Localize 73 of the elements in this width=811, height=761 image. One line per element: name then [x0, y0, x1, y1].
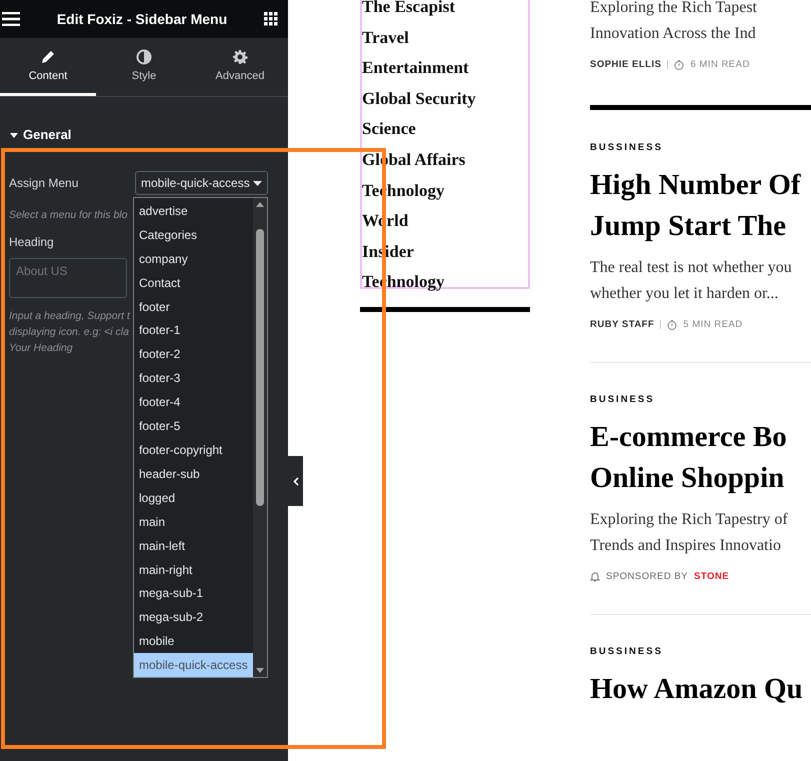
dropdown-option[interactable]: main-right [134, 558, 253, 582]
field-label: Heading [9, 235, 54, 249]
dropdown-option[interactable]: footer-copyright [134, 438, 253, 462]
bell-icon [590, 571, 600, 582]
grid-icon[interactable] [264, 12, 278, 26]
scroll-down-icon[interactable] [256, 668, 264, 673]
sponsored-label: SPONSORED BY [606, 571, 688, 582]
dropdown-option[interactable]: footer-3 [134, 366, 253, 390]
sponsor-name[interactable]: STONE [694, 571, 730, 582]
dropdown-option[interactable]: advertise [134, 199, 253, 223]
panel-tab[interactable]: Content [0, 38, 96, 96]
dropdown-option[interactable]: main-left [134, 534, 253, 558]
chevron-icon [292, 476, 298, 486]
dropdown-option[interactable]: logged [134, 486, 253, 510]
dropdown-option[interactable]: main [134, 510, 253, 534]
read-time: 6 MIN READ [690, 59, 750, 70]
contrast-icon [136, 49, 152, 65]
author-name[interactable]: SOPHIE ELLIS [590, 59, 662, 70]
help-text: Input a heading, Support t [9, 309, 130, 324]
scrollbar-thumb[interactable] [256, 229, 264, 506]
category-label[interactable]: BUSSINESS [590, 646, 663, 657]
author-name[interactable]: RUBY STAFF [590, 319, 654, 330]
gear-icon [232, 49, 248, 65]
panel-tab[interactable]: Advanced [192, 38, 288, 96]
article-excerpt: whether you let it harden or... [590, 284, 778, 304]
dropdown-option[interactable]: mobile [134, 629, 253, 654]
help-text: displaying icon. e.g: <i cla [9, 325, 129, 340]
caret-icon [10, 130, 18, 138]
article-title[interactable]: E-commerce Bo [590, 417, 787, 458]
scroll-up-icon[interactable] [256, 202, 264, 207]
dropdown-option[interactable]: footer-5 [134, 414, 253, 438]
article-excerpt: Trends and Inspires Innovatio [590, 536, 781, 556]
field-label: Assign Menu [9, 176, 78, 190]
dropdown-option[interactable]: footer [134, 294, 253, 319]
read-time: 5 MIN READ [683, 319, 743, 330]
panel-tab[interactable]: Style [96, 38, 192, 96]
article-title[interactable]: High Number Of [590, 165, 801, 206]
section-toggle[interactable]: General [10, 127, 288, 142]
menu-select[interactable]: mobile-quick-access [135, 171, 268, 195]
dropdown-option[interactable]: mobile-quick-access [134, 653, 253, 678]
help-text: Select a menu for this blo [9, 208, 128, 223]
dropdown-option[interactable]: mega-sub-1 [134, 582, 253, 606]
article-title[interactable]: Jump Start The [590, 206, 786, 247]
dropdown-option[interactable]: mega-sub-2 [134, 605, 253, 630]
article-title[interactable]: How Amazon Qu [590, 669, 803, 710]
pencil-icon [40, 49, 56, 65]
heading-field[interactable]: About US [9, 258, 127, 298]
category-label[interactable]: BUSINESS [590, 394, 655, 405]
clock-icon [674, 60, 684, 70]
menu-link[interactable]: The Escapist [362, 0, 456, 23]
help-text: Your Heading [9, 341, 73, 356]
dropdown-option[interactable]: footer-2 [134, 342, 253, 366]
dropdown-option[interactable]: header-sub [134, 462, 253, 486]
menu-link[interactable]: Travel [362, 22, 409, 54]
caret-icon [253, 180, 262, 186]
menu-link[interactable]: Entertainment [362, 53, 469, 84]
menu-link[interactable]: Global Security [362, 84, 476, 114]
clock-icon [667, 320, 678, 330]
article-excerpt: Innovation Across the Ind [590, 24, 756, 44]
dropdown-option[interactable]: footer-4 [134, 390, 253, 414]
category-label[interactable]: BUSSINESS [590, 142, 663, 153]
dropdown-option[interactable]: Contact [134, 270, 253, 295]
menu-icon[interactable] [2, 12, 20, 26]
panel-title: Edit Foxiz - Sidebar Menu [56, 11, 228, 27]
article-excerpt: Exploring the Rich Tapestry of [590, 510, 788, 530]
menu-link[interactable]: Science [362, 114, 416, 145]
article-title[interactable]: Online Shoppin [590, 458, 784, 499]
dropdown-option[interactable]: company [134, 246, 253, 271]
dropdown-option[interactable]: Categories [134, 222, 253, 247]
collapse-panel-button[interactable] [288, 456, 303, 506]
article-excerpt: Exploring the Rich Tapest [590, 0, 757, 18]
dropdown-option[interactable]: footer-1 [134, 318, 253, 342]
article-excerpt: The real test is not whether you [590, 258, 792, 278]
